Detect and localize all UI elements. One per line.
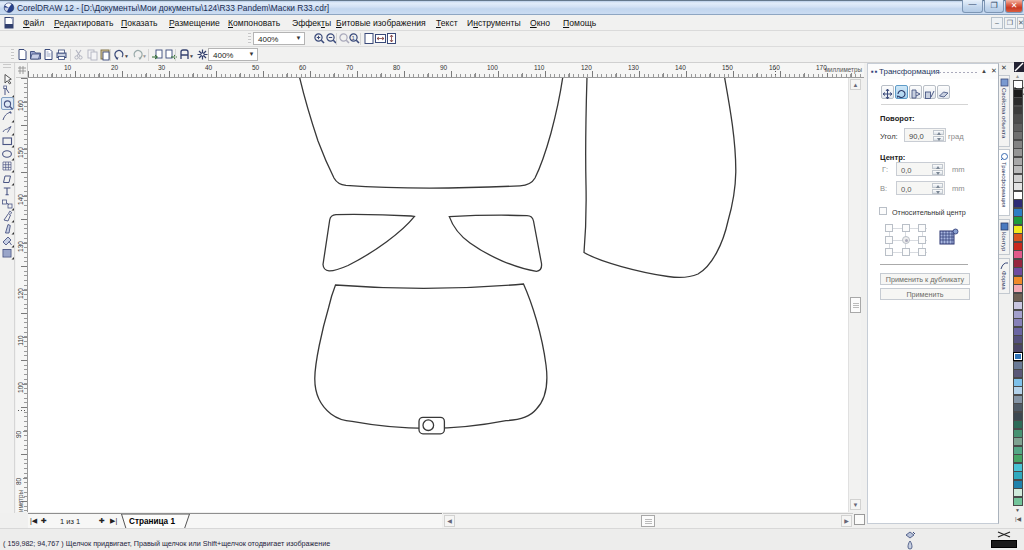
svg-text:1: 1 [352, 35, 356, 41]
